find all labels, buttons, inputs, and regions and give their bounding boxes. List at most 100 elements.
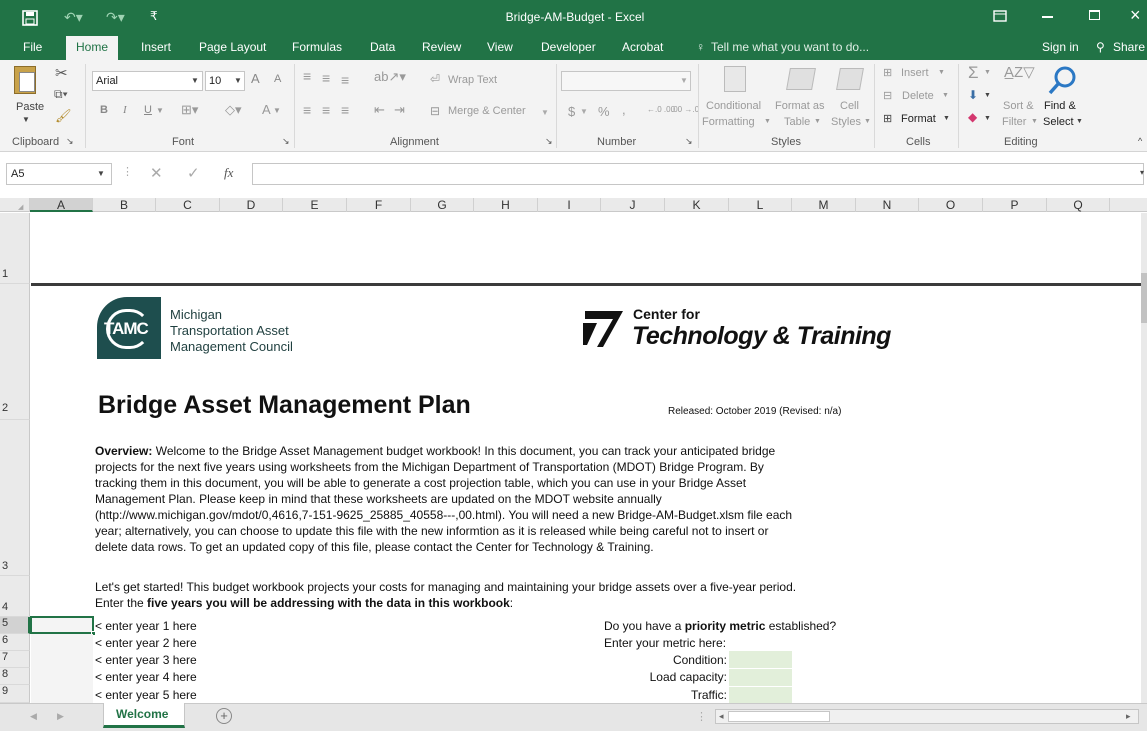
horizontal-scrollbar[interactable]: ◂ ▸ [715, 709, 1139, 724]
tab-review[interactable]: Review [422, 40, 461, 54]
tab-home[interactable]: Home [66, 36, 119, 60]
horizontal-scroll-thumb[interactable] [728, 711, 830, 722]
chevron-down-icon[interactable]: ▼ [984, 115, 991, 122]
align-middle-icon[interactable]: ≡ [322, 70, 330, 86]
row-header-8[interactable]: 8 [0, 668, 30, 685]
chevron-down-icon[interactable]: ▼ [984, 69, 991, 76]
minimize-icon[interactable] [1042, 16, 1053, 18]
row-header-2[interactable]: 2 [0, 284, 30, 420]
chevron-down-icon[interactable]: ▼ [1076, 118, 1083, 125]
borders-icon[interactable]: ⊞▾ [181, 102, 198, 118]
clear-icon[interactable]: ◆ [968, 110, 977, 124]
tab-acrobat[interactable]: Acrobat [622, 40, 663, 54]
delete-cells-button[interactable]: Delete [902, 90, 934, 102]
sort-filter-label[interactable]: Sort & [1003, 100, 1034, 112]
chevron-down-icon[interactable]: ▼ [984, 92, 991, 99]
merge-center-icon[interactable]: ⊟ [430, 104, 440, 118]
wrap-text-icon[interactable]: ⏎ [430, 72, 440, 86]
number-format-dropdown[interactable]: ▼ [561, 71, 691, 91]
scroll-left-icon[interactable]: ◂ [719, 711, 724, 722]
column-header-l[interactable]: L [729, 198, 792, 212]
paste-dropdown-icon[interactable]: ▼ [22, 115, 30, 124]
underline-button[interactable]: U [144, 104, 152, 116]
font-launcher-icon[interactable]: ↘ [282, 136, 290, 147]
tab-file[interactable]: File [23, 40, 42, 54]
autosum-icon[interactable]: Σ [968, 63, 979, 83]
row-header-6[interactable]: 6 [0, 634, 30, 651]
scroll-tabs-left-icon[interactable]: ◀ [30, 711, 37, 722]
add-sheet-icon[interactable]: + [216, 708, 232, 724]
chevron-down-icon[interactable]: ▼ [156, 106, 164, 115]
column-header-h[interactable]: H [474, 198, 538, 212]
copy-icon[interactable]: ⧉▾ [54, 87, 68, 102]
font-size-dropdown[interactable]: 10 ▼ [205, 71, 245, 91]
column-header-e[interactable]: E [283, 198, 347, 212]
column-header-c[interactable]: C [156, 198, 220, 212]
font-color-icon[interactable]: A [262, 102, 271, 117]
font-name-dropdown[interactable]: Arial ▼ [92, 71, 203, 91]
conditional-formatting-label[interactable]: Conditional [706, 100, 761, 112]
scroll-tabs-right-icon[interactable]: ▶ [57, 711, 64, 722]
column-header-g[interactable]: G [411, 198, 474, 212]
row-header-9[interactable]: 9 [0, 685, 30, 703]
format-as-table-label-2[interactable]: Table [784, 116, 810, 128]
conditional-formatting-label-2[interactable]: Formatting [702, 116, 755, 128]
bold-button[interactable]: B [100, 104, 108, 116]
ribbon-display-icon[interactable] [993, 10, 1007, 22]
fill-icon[interactable]: ⬇ [968, 88, 978, 102]
tell-me-box[interactable]: Tell me what you want to do... [711, 40, 869, 54]
sort-filter-icon[interactable]: A̲Z▽ [1004, 63, 1035, 81]
cancel-icon[interactable]: ✕ [150, 164, 163, 182]
percent-button[interactable]: % [598, 104, 610, 119]
format-as-table-icon[interactable] [786, 68, 816, 90]
collapse-ribbon-icon[interactable]: ^ [1138, 136, 1142, 146]
chevron-down-icon[interactable]: ▼ [1031, 118, 1038, 125]
row-header-4[interactable]: 4 [0, 576, 30, 617]
currency-button[interactable]: $ [568, 104, 575, 119]
column-header-j[interactable]: J [601, 198, 665, 212]
save-icon[interactable] [22, 10, 38, 26]
align-bottom-icon[interactable]: ≡ [341, 72, 349, 88]
tab-page-layout[interactable]: Page Layout [199, 40, 266, 54]
enter-icon[interactable]: ✓ [187, 164, 200, 182]
insert-cells-icon[interactable]: ⊞ [883, 66, 892, 79]
comma-button[interactable]: , [622, 102, 626, 117]
row-header-1[interactable]: 1 [0, 213, 30, 284]
format-painter-icon[interactable]: 🖌 [55, 108, 72, 124]
column-header-o[interactable]: O [919, 198, 983, 212]
find-select-label[interactable]: Find & [1044, 100, 1076, 112]
sheet-tab-welcome[interactable]: Welcome [103, 703, 185, 728]
row-header-3[interactable]: 3 [0, 420, 30, 576]
sort-filter-label-2[interactable]: Filter [1002, 116, 1026, 128]
format-cells-icon[interactable]: ⊞ [883, 112, 892, 125]
expand-formula-bar-icon[interactable]: ▾ [1140, 168, 1144, 177]
name-box[interactable]: A5 ▼ [6, 163, 112, 185]
metric-input-condition[interactable] [729, 651, 792, 668]
paste-button[interactable]: Paste [16, 101, 44, 113]
sign-in-link[interactable]: Sign in [1042, 40, 1079, 54]
chevron-down-icon[interactable]: ▼ [764, 118, 771, 125]
column-header-f[interactable]: F [347, 198, 411, 212]
grow-font-icon[interactable]: A [251, 71, 260, 86]
shrink-font-icon[interactable]: A [274, 73, 281, 85]
format-cells-button[interactable]: Format [901, 113, 936, 125]
chevron-down-icon[interactable]: ▼ [541, 108, 549, 117]
insert-function-icon[interactable]: fx [224, 165, 233, 181]
fill-color-icon[interactable]: ◇▾ [225, 102, 242, 118]
column-header-m[interactable]: M [792, 198, 856, 212]
tab-view[interactable]: View [487, 40, 513, 54]
customize-icon[interactable]: ₹ [150, 9, 158, 23]
align-right-icon[interactable]: ≡ [341, 102, 349, 118]
tab-data[interactable]: Data [370, 40, 395, 54]
column-header-k[interactable]: K [665, 198, 729, 212]
tab-developer[interactable]: Developer [541, 40, 596, 54]
chevron-down-icon[interactable]: ▼ [942, 92, 949, 99]
delete-cells-icon[interactable]: ⊟ [883, 89, 892, 102]
chevron-down-icon[interactable]: ▼ [938, 69, 945, 76]
column-header-d[interactable]: D [220, 198, 283, 212]
close-icon[interactable]: × [1130, 5, 1141, 26]
italic-button[interactable]: I [123, 104, 127, 116]
tab-insert[interactable]: Insert [141, 40, 171, 54]
chevron-down-icon[interactable]: ▼ [864, 118, 871, 125]
splitter-icon[interactable]: ⋮ [696, 710, 707, 723]
